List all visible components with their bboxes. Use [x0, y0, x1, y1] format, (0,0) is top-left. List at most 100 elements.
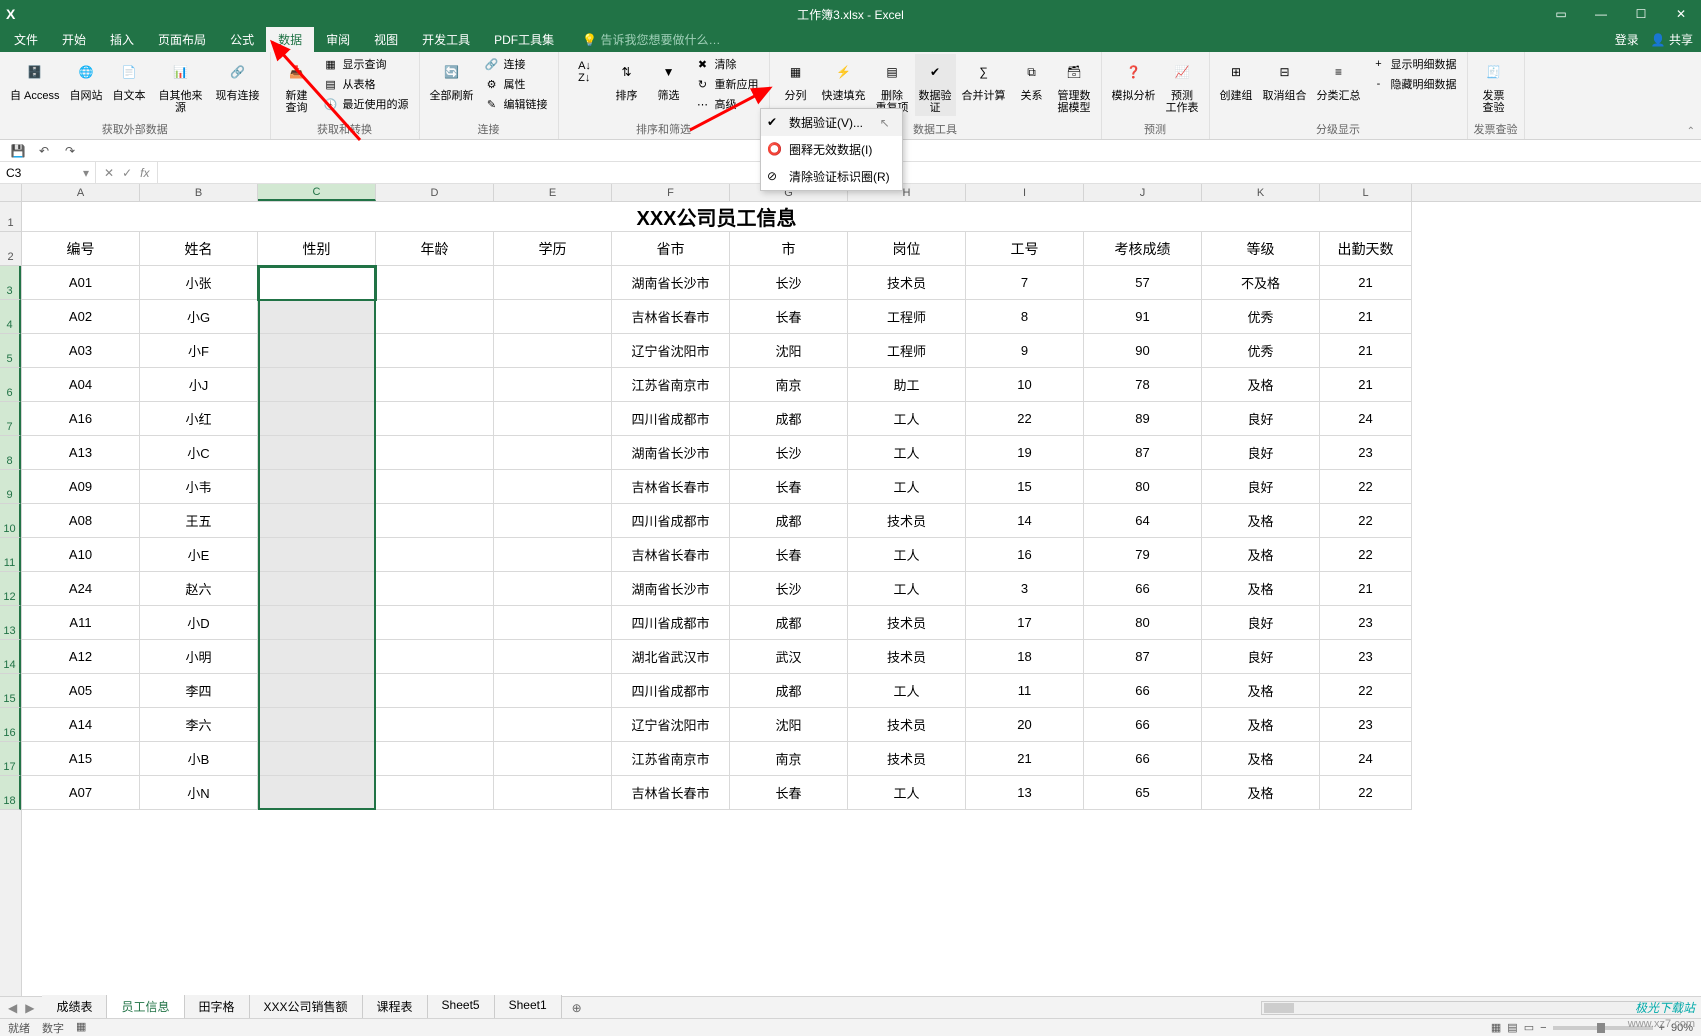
cell[interactable]	[376, 436, 494, 470]
collapse-ribbon-icon[interactable]: ⌃	[1687, 126, 1695, 137]
cell[interactable]: 省市	[612, 232, 730, 266]
cell[interactable]: 及格	[1202, 776, 1320, 810]
row-header-2[interactable]: 2	[0, 232, 21, 266]
cell[interactable]: 及格	[1202, 708, 1320, 742]
cell[interactable]: 及格	[1202, 504, 1320, 538]
edit-links-button[interactable]: ✎编辑链接	[480, 94, 552, 114]
row-header-9[interactable]: 9	[0, 470, 21, 504]
cell[interactable]: A11	[22, 606, 140, 640]
cell[interactable]: 沈阳	[730, 334, 848, 368]
tab-formula[interactable]: 公式	[218, 27, 266, 52]
cell[interactable]	[494, 538, 612, 572]
cell[interactable]: 良好	[1202, 640, 1320, 674]
cell[interactable]: 成都	[730, 402, 848, 436]
chevron-down-icon[interactable]: ▾	[83, 166, 89, 180]
cell[interactable]: 良好	[1202, 606, 1320, 640]
clear-filter-button[interactable]: ✖清除	[691, 54, 763, 74]
cell[interactable]: 小E	[140, 538, 258, 572]
cell[interactable]: 成都	[730, 606, 848, 640]
cell[interactable]: 长春	[730, 538, 848, 572]
cell[interactable]	[494, 266, 612, 300]
row-header-6[interactable]: 6	[0, 368, 21, 402]
cell[interactable]: 辽宁省沈阳市	[612, 708, 730, 742]
cell[interactable]: 17	[966, 606, 1084, 640]
cell[interactable]: 工程师	[848, 300, 966, 334]
cell[interactable]	[376, 538, 494, 572]
cell[interactable]: 市	[730, 232, 848, 266]
cell[interactable]: A16	[22, 402, 140, 436]
cell[interactable]: 22	[1320, 674, 1412, 708]
cell[interactable]: 18	[966, 640, 1084, 674]
cell[interactable]: 四川省成都市	[612, 402, 730, 436]
cell[interactable]: 21	[1320, 572, 1412, 606]
cell[interactable]	[376, 742, 494, 776]
properties-button[interactable]: ⚙属性	[480, 74, 552, 94]
sheet-tab[interactable]: Sheet1	[495, 995, 562, 1021]
cell[interactable]	[376, 470, 494, 504]
cell[interactable]: 性别	[258, 232, 376, 266]
cell[interactable]: 小张	[140, 266, 258, 300]
cell[interactable]: A13	[22, 436, 140, 470]
ungroup-button[interactable]: ⊟取消组合	[1259, 54, 1311, 104]
sort-button[interactable]: ⇅排序	[607, 54, 647, 104]
cell[interactable]: 16	[966, 538, 1084, 572]
name-box[interactable]: C3▾	[0, 162, 96, 183]
cell[interactable]: 66	[1084, 572, 1202, 606]
maximize-button[interactable]: ☐	[1621, 0, 1661, 28]
cell[interactable]: 工程师	[848, 334, 966, 368]
zoom-out-button[interactable]: −	[1540, 1022, 1546, 1034]
cell[interactable]: 10	[966, 368, 1084, 402]
cell[interactable]: 良好	[1202, 402, 1320, 436]
cell[interactable]: 沈阳	[730, 708, 848, 742]
cell[interactable]: 李六	[140, 708, 258, 742]
new-query-button[interactable]: 📥新建 查询	[277, 54, 317, 116]
formula-input[interactable]	[158, 162, 1701, 183]
col-header-D[interactable]: D	[376, 184, 494, 201]
row-header-11[interactable]: 11	[0, 538, 21, 572]
cell[interactable]: 工人	[848, 572, 966, 606]
cell[interactable]: 11	[966, 674, 1084, 708]
cell[interactable]: 长春	[730, 776, 848, 810]
cell[interactable]: 良好	[1202, 436, 1320, 470]
cell[interactable]	[258, 436, 376, 470]
cell[interactable]: 15	[966, 470, 1084, 504]
cell[interactable]: 成都	[730, 674, 848, 708]
cell[interactable]	[258, 368, 376, 402]
row-header-13[interactable]: 13	[0, 606, 21, 640]
tab-developer[interactable]: 开发工具	[410, 27, 482, 52]
cell[interactable]: 学历	[494, 232, 612, 266]
cell[interactable]	[494, 402, 612, 436]
row-header-4[interactable]: 4	[0, 300, 21, 334]
cell[interactable]	[494, 334, 612, 368]
consolidate-button[interactable]: ∑合并计算	[958, 54, 1010, 104]
cell[interactable]	[376, 368, 494, 402]
from-text-button[interactable]: 📄自文本	[109, 54, 150, 104]
cell[interactable]	[376, 674, 494, 708]
cell[interactable]	[494, 504, 612, 538]
advanced-filter-button[interactable]: ⋯高级	[691, 94, 763, 114]
sheet-nav-prev-icon[interactable]: ◀	[8, 1001, 17, 1015]
cell[interactable]: 技术员	[848, 504, 966, 538]
cell[interactable]: 吉林省长春市	[612, 776, 730, 810]
cell[interactable]: 8	[966, 300, 1084, 334]
cell[interactable]: A15	[22, 742, 140, 776]
cell[interactable]	[376, 606, 494, 640]
col-header-E[interactable]: E	[494, 184, 612, 201]
cell[interactable]: 23	[1320, 436, 1412, 470]
ribbon-options-icon[interactable]: ▭	[1541, 0, 1581, 28]
cell[interactable]	[258, 504, 376, 538]
sort-az-button[interactable]: A↓Z↓	[565, 54, 605, 90]
cell[interactable]: A12	[22, 640, 140, 674]
cell[interactable]: 小韦	[140, 470, 258, 504]
cell[interactable]: 技术员	[848, 606, 966, 640]
cell[interactable]: 湖南省长沙市	[612, 266, 730, 300]
cell[interactable]: A24	[22, 572, 140, 606]
sheet-tab[interactable]: 课程表	[363, 995, 428, 1021]
cell[interactable]: 等级	[1202, 232, 1320, 266]
view-pagebreak-icon[interactable]: ▭	[1524, 1021, 1534, 1034]
cell[interactable]: 23	[1320, 606, 1412, 640]
cell[interactable]: 小红	[140, 402, 258, 436]
tab-view[interactable]: 视图	[362, 27, 410, 52]
cell[interactable]	[494, 368, 612, 402]
cell[interactable]	[258, 606, 376, 640]
